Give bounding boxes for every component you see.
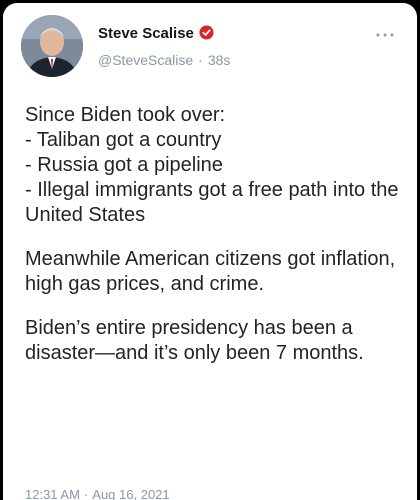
author-name-row[interactable]: Steve Scalise [98,25,214,42]
tweet-paragraph: Biden’s entire presidency has been a dis… [25,317,364,364]
author-display-name[interactable]: Steve Scalise [98,25,194,42]
timestamp-separator: · [83,487,89,500]
author-handle[interactable]: @SteveScalise [98,52,193,68]
tweet-paragraph: Meanwhile American citizens got inflatio… [25,248,396,295]
tweet-timestamp[interactable]: 12:31 AM · Aug 16, 2021 [25,487,170,500]
verified-badge-icon [199,25,214,40]
profile-photo-image [21,15,83,77]
avatar[interactable] [21,15,83,77]
relative-time[interactable]: 38s [208,52,231,68]
tweet-date: Aug 16, 2021 [92,487,170,500]
more-options-button[interactable] [373,27,397,43]
tweet-card: Steve Scalise @SteveScalise · 38s Since Bi… [3,3,417,500]
tweet-header: Steve Scalise @SteveScalise · 38s [3,3,417,93]
handle-separator: · [198,52,203,68]
tweet-time: 12:31 AM [25,487,80,500]
author-handle-row: @SteveScalise · 38s [98,52,230,68]
more-options-icon [376,33,394,37]
tweet-text: Since Biden took over: - Taliban got a c… [25,103,405,385]
tweet-paragraph: Since Biden took over: - Taliban got a c… [25,104,399,226]
